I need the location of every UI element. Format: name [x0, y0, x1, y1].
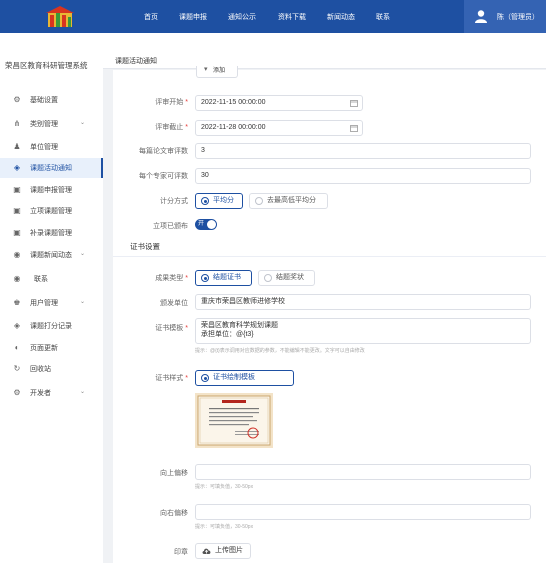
sidebar-item-12[interactable]: ◐ 页面更新 [0, 338, 103, 358]
scoring-label: 计分方式 [160, 198, 188, 205]
nav-contact[interactable]: 联系 [376, 12, 390, 22]
sidebar-item-1[interactable]: ⚙ 基础设置 [0, 90, 103, 110]
main-header: 课题活动通知 [103, 33, 546, 69]
sidebar-item-2[interactable]: ⋔ 类别管理 ⌄ [0, 114, 103, 134]
offset-right-label: 向右偏移 [160, 510, 188, 517]
nav-apply[interactable]: 课题申报 [179, 12, 207, 22]
section-divider [113, 256, 546, 257]
seal-label: 印章 [174, 549, 188, 556]
papers-per-expert-input[interactable]: 3 [195, 143, 531, 159]
sidebar-item-9[interactable]: ◉ 联系 [0, 269, 103, 289]
broadcast-icon: ◉ [13, 274, 21, 283]
review-start-label: 评审开始 * [155, 99, 188, 106]
sidebar-item-label: 课题活动通知 [30, 165, 72, 172]
sidebar-item-6[interactable]: ▣ 立项课题管理 [0, 201, 103, 221]
papers-per-expert-label: 每篇论文审评数 [139, 148, 188, 155]
scoring-average-radio[interactable]: 平均分 [195, 193, 243, 209]
sidebar-item-label: 立项课题管理 [30, 208, 72, 215]
cert-style-label: 证书样式 * [155, 375, 188, 382]
recycle-icon: ↻ [13, 364, 21, 373]
layers-icon: ◈ [13, 321, 21, 330]
result-type-cert-radio[interactable]: 结题证书 [195, 270, 252, 286]
logo-icon [46, 6, 74, 27]
cert-template-textarea[interactable]: 荣昌区教育科学规划课题 承担单位：@{t3} [195, 318, 531, 344]
calendar-icon [350, 100, 358, 107]
user-name: 陈（管理员） [497, 14, 539, 21]
doc-icon: ▣ [13, 185, 21, 194]
sidebar-item-label: 类别管理 [30, 121, 58, 128]
doc-icon: ▣ [13, 228, 21, 237]
sidebar-item-10[interactable]: ♚ 用户管理 ⌄ [0, 293, 103, 313]
scoring-trimmed-radio[interactable]: 去最高低平均分 [249, 193, 328, 209]
calendar-icon [350, 125, 358, 132]
chevron-down-icon: ⌄ [80, 299, 86, 305]
sidebar-item-8[interactable]: ◉ 课题新闻动态 ⌄ [0, 245, 103, 265]
chevron-down-icon: ⌄ [80, 389, 86, 395]
reviews-per-expert-input[interactable]: 30 [195, 168, 531, 184]
cert-section-title: 证书设置 [130, 242, 160, 251]
sidebar-item-label: 课题打分记录 [30, 323, 72, 330]
issuer-input[interactable]: 重庆市荣昌区教师进修学校 [195, 294, 531, 310]
sidebar-item-label: 单位管理 [30, 144, 58, 151]
sidebar-item-label: 联系 [34, 276, 48, 283]
sidebar-item-7[interactable]: ▣ 补录课题管理 [0, 223, 103, 243]
offset-right-hint: 提示：可填负值，30-50px [195, 524, 254, 530]
sidebar-item-label: 页面更新 [30, 345, 58, 352]
sidebar-item-14[interactable]: ⚙ 开发者 ⌄ [0, 383, 103, 403]
review-end-input[interactable]: 2022-11-28 00:00:00 [195, 120, 363, 136]
sidebar-item-label: 回收站 [30, 366, 51, 373]
cert-template-label: 证书模板 * [155, 325, 188, 332]
sidebar-item-13[interactable]: ↻ 回收站 [0, 359, 103, 379]
sidebar-item-label: 课题申报管理 [30, 187, 72, 194]
published-label: 立项已颁布 [153, 223, 188, 230]
user-menu[interactable]: 陈（管理员） [464, 0, 546, 33]
upload-image-button[interactable]: 上传图片 [195, 543, 251, 559]
cert-style-radio[interactable]: 证书绘制模板 [195, 370, 294, 386]
palette-icon: ◐ [14, 343, 20, 352]
review-start-input[interactable]: 2022-11-15 00:00:00 [195, 95, 363, 111]
tree-icon: ⋔ [13, 119, 21, 128]
top-navbar: 首页 课题申报 通知公示 资料下载 新闻动态 联系 陈（管理员） [0, 0, 546, 33]
nav-home[interactable]: 首页 [144, 12, 158, 22]
issuer-label: 颁发单位 [160, 300, 188, 307]
avatar-icon [475, 10, 487, 23]
sidebar-item-label: 开发者 [30, 390, 51, 397]
offset-up-label: 向上偏移 [160, 470, 188, 477]
reviews-per-expert-label: 每个专家可评数 [139, 173, 188, 180]
published-toggle[interactable]: 开 [195, 219, 217, 230]
offset-up-input[interactable] [195, 464, 531, 480]
review-end-label: 评审截止 * [155, 124, 188, 131]
doc-icon: ▣ [13, 206, 21, 215]
layers-icon: ◈ [13, 163, 21, 172]
nav-notice[interactable]: 通知公示 [228, 12, 256, 22]
add-button[interactable]: ▾ 添加 [196, 66, 238, 78]
sidebar-item-4[interactable]: ◈ 课题活动通知 [0, 158, 103, 178]
cert-template-hint: 提示：@{t}表示调用对应数据的参数，不能编辑不能更改。文字可以自由修改 [195, 348, 365, 354]
offset-right-input[interactable] [195, 504, 531, 520]
broadcast-icon: ◉ [13, 250, 21, 259]
user-group-icon: ♚ [13, 298, 21, 307]
sidebar-item-label: 补录课题管理 [30, 230, 72, 237]
sidebar-item-3[interactable]: ♟ 单位管理 [0, 137, 103, 157]
sidebar-item-5[interactable]: ▣ 课题申报管理 [0, 180, 103, 200]
sidebar-item-label: 课题新闻动态 [30, 252, 72, 259]
sidebar-item-label: 用户管理 [30, 300, 58, 307]
system-title: 荣昌区教育科研管理系统 [5, 61, 88, 70]
nav-download[interactable]: 资料下载 [278, 12, 306, 22]
cloud-upload-icon [202, 548, 211, 554]
user-icon: ♟ [13, 142, 21, 151]
certificate-preview-image[interactable] [195, 393, 273, 448]
chevron-down-icon: ⌄ [80, 251, 86, 257]
offset-up-hint: 提示：可填负值，30-50px [195, 484, 254, 490]
sidebar-item-label: 基础设置 [30, 97, 58, 104]
result-type-award-radio[interactable]: 结题奖状 [258, 270, 315, 286]
sidebar-item-11[interactable]: ◈ 课题打分记录 [0, 316, 103, 336]
result-type-label: 成果类型 * [155, 275, 188, 282]
gear-icon: ⚙ [13, 95, 21, 104]
chevron-down-icon: ⌄ [80, 120, 86, 126]
nav-news[interactable]: 新闻动态 [327, 12, 355, 22]
page-title: 课题活动通知 [115, 58, 157, 65]
gear-icon: ⚙ [13, 388, 21, 397]
